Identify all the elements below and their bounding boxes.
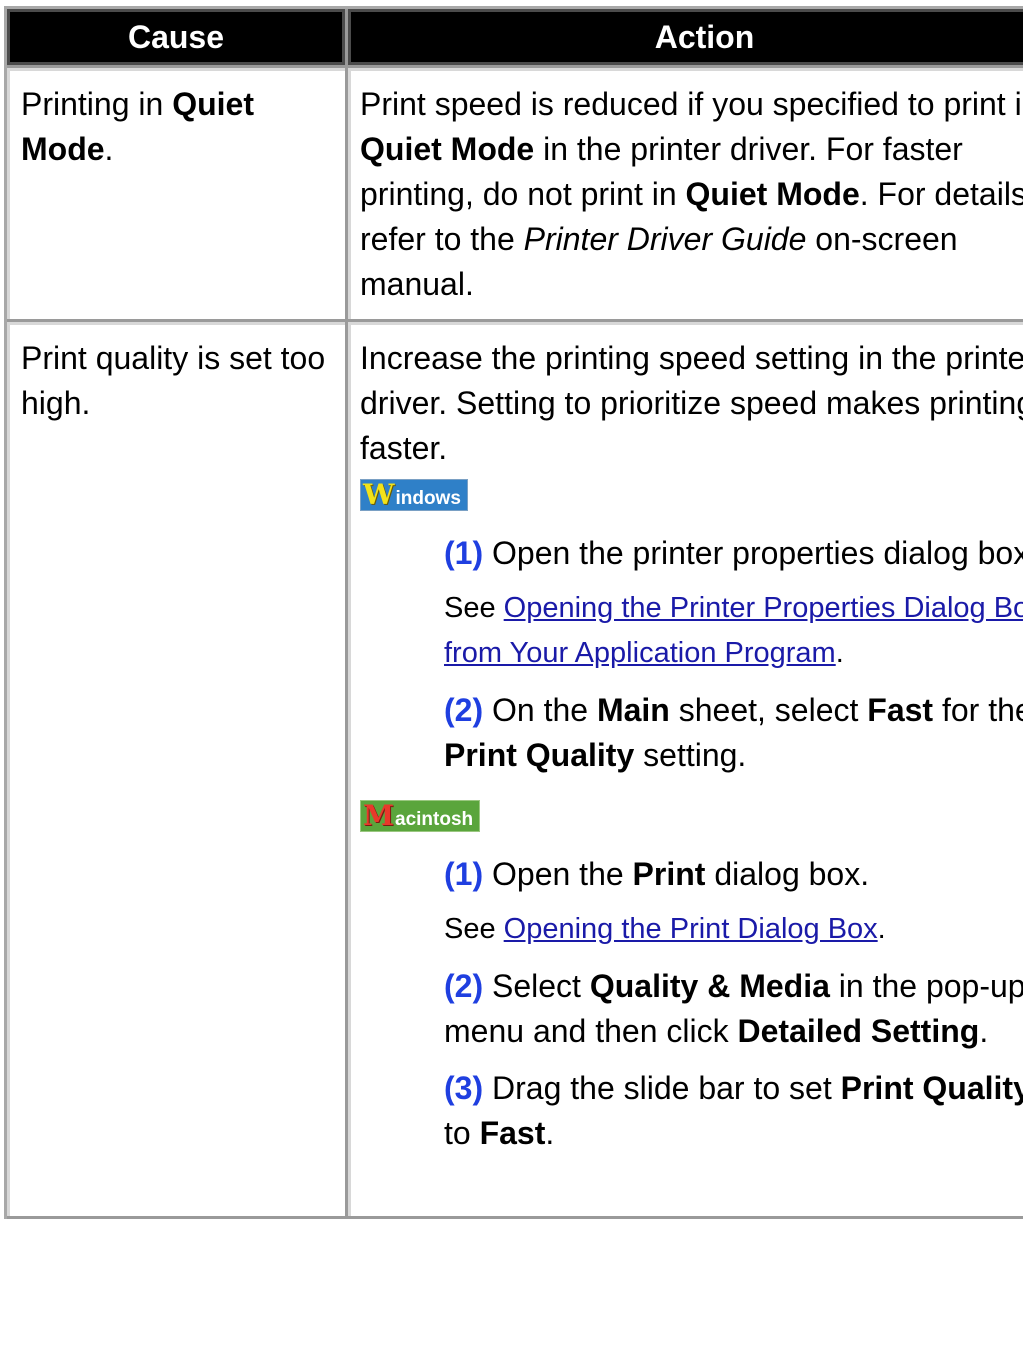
- step-bold-print: Print: [632, 856, 706, 892]
- printer-properties-link[interactable]: Opening the Printer Properties Dialog Bo…: [444, 592, 1023, 669]
- header-row: Cause Action: [7, 9, 1023, 68]
- see-prefix: See: [444, 913, 504, 945]
- macintosh-step-1: (1) Open the Print dialog box.: [444, 852, 1023, 897]
- step-bold-main: Main: [596, 692, 670, 728]
- action-column-header: Action: [348, 9, 1023, 68]
- page-frame: Cause Action Printing in Quiet Mode. Pri…: [0, 0, 1023, 1349]
- action-bold-quiet-mode: Quiet Mode: [360, 131, 535, 167]
- macintosh-see-reference: See Opening the Print Dialog Box.: [444, 907, 1023, 952]
- action-cell-print-quality: Increase the printing speed setting in t…: [348, 322, 1023, 1219]
- table-row: Printing in Quiet Mode. Print speed is r…: [7, 68, 1023, 322]
- step-bold-detailed-setting: Detailed Setting: [737, 1013, 980, 1049]
- manual-title-italic: Printer Driver Guide: [523, 221, 807, 257]
- step-bold-fast: Fast: [867, 692, 934, 728]
- see-suffix: .: [877, 913, 886, 945]
- macintosh-step-3: (3) Drag the slide bar to set Print Qual…: [444, 1066, 1023, 1156]
- see-suffix: .: [835, 637, 844, 669]
- step-text: to: [444, 1115, 480, 1151]
- cause-period: .: [104, 131, 114, 167]
- step-text: dialog box.: [705, 856, 870, 892]
- action-text: Print speed is reduced if you specified …: [360, 86, 1023, 122]
- windows-see-reference: See Opening the Printer Properties Dialo…: [444, 586, 1023, 676]
- step-text: On the: [483, 692, 597, 728]
- macintosh-logo-initial: M: [363, 799, 394, 832]
- windows-section: Windows (1) Open the printer properties …: [360, 471, 1023, 778]
- step-number: (3): [444, 1070, 484, 1106]
- step-text: .: [545, 1115, 555, 1151]
- step-number: (2): [444, 968, 484, 1004]
- windows-step-1: (1) Open the printer properties dialog b…: [444, 531, 1023, 576]
- macintosh-logo-text: acintosh: [395, 809, 474, 830]
- step-text: setting.: [634, 737, 747, 773]
- step-text: Select: [483, 968, 590, 1004]
- windows-logo-initial: W: [363, 478, 395, 511]
- cause-column-header: Cause: [7, 9, 348, 68]
- step-number: (1): [444, 535, 484, 571]
- windows-step-2: (2) On the Main sheet, select Fast for t…: [444, 688, 1023, 778]
- cause-cell-print-quality: Print quality is set too high.: [7, 322, 348, 1219]
- step-number: (2): [444, 692, 484, 728]
- macintosh-section: Macintosh (1) Open the Print dialog box.…: [360, 792, 1023, 1156]
- action-cell-quiet-mode: Print speed is reduced if you specified …: [348, 68, 1023, 322]
- step-text: for the: [933, 692, 1023, 728]
- step-bold-quality-media: Quality & Media: [589, 968, 830, 1004]
- troubleshooting-table: Cause Action Printing in Quiet Mode. Pri…: [4, 6, 1023, 1219]
- step-bold-print-quality: Print Quality: [840, 1070, 1023, 1106]
- step-text: Drag the slide bar to set: [483, 1070, 841, 1106]
- cause-text: Printing in: [21, 86, 173, 122]
- table-row: Print quality is set too high. Increase …: [7, 322, 1023, 1219]
- step-text: Open the printer properties dialog box.: [483, 535, 1023, 571]
- macintosh-step-2: (2) Select Quality & Media in the pop-up…: [444, 964, 1023, 1054]
- print-dialog-link[interactable]: Opening the Print Dialog Box: [504, 913, 878, 945]
- action-bold-quiet-mode: Quiet Mode: [685, 176, 860, 212]
- step-text: Open the: [483, 856, 633, 892]
- windows-logo: Windows: [360, 479, 468, 511]
- action-intro: Increase the printing speed setting in t…: [360, 340, 1023, 466]
- step-text: sheet, select: [669, 692, 868, 728]
- windows-logo-text: indows: [395, 488, 461, 509]
- step-number: (1): [444, 856, 484, 892]
- see-prefix: See: [444, 592, 504, 624]
- step-text: .: [979, 1013, 989, 1049]
- macintosh-logo: Macintosh: [360, 799, 481, 832]
- step-bold-fast: Fast: [479, 1115, 546, 1151]
- cause-cell-quiet-mode: Printing in Quiet Mode.: [7, 68, 348, 322]
- step-bold-print-quality: Print Quality: [444, 737, 635, 773]
